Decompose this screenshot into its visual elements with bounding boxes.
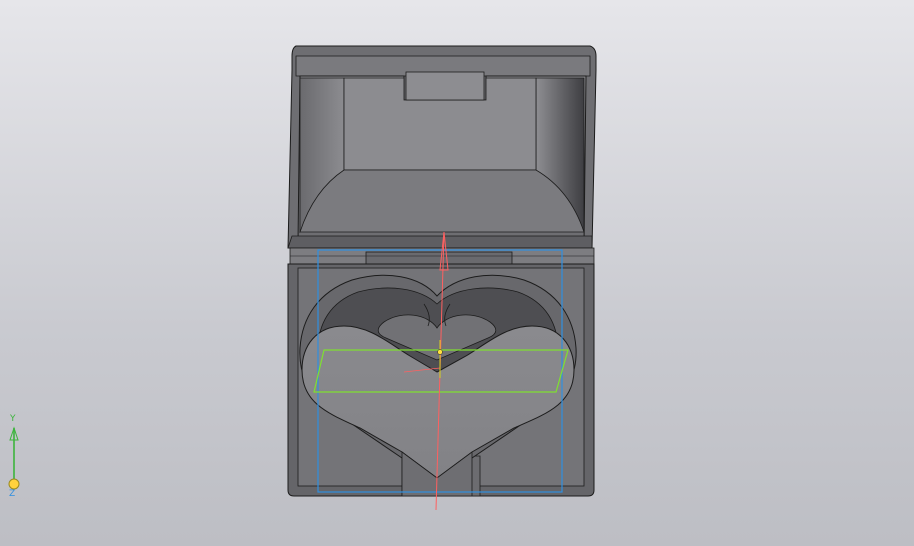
lid-latch-notch: [405, 71, 485, 101]
triad-z-label: Z: [9, 489, 15, 499]
box-lid[interactable]: [287, 45, 597, 249]
box-base[interactable]: [287, 263, 595, 497]
triad-y-label: Y: [9, 414, 16, 424]
triad-origin: [8, 478, 20, 490]
orientation-triad[interactable]: Y Z: [4, 408, 34, 500]
lid-floor: [299, 169, 585, 233]
3d-viewport[interactable]: [0, 0, 914, 546]
lid-front-lip: [287, 235, 593, 249]
